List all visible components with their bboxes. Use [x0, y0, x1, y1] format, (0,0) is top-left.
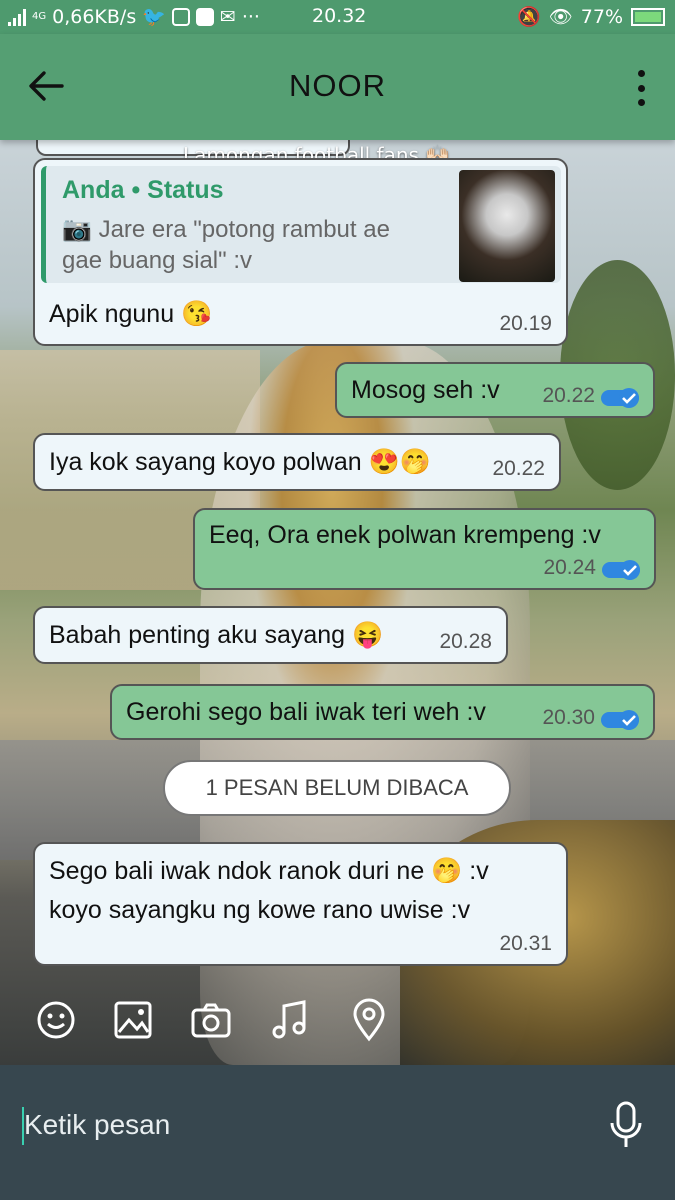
- app-bar: NOOR: [0, 34, 675, 140]
- message-input-bar: Ketik pesan: [0, 1065, 675, 1200]
- message-text: Iya kok sayang koyo polwan 😍🤭: [49, 448, 431, 476]
- location-icon[interactable]: [347, 998, 391, 1042]
- message-time: 20.31: [499, 932, 552, 955]
- quote-author: Anda • Status: [62, 176, 224, 204]
- status-time: 20.32: [312, 5, 367, 27]
- message-bubble[interactable]: Eeq, Ora enek polwan krempeng :v 20.24: [193, 508, 656, 590]
- instagram-icon: [171, 7, 190, 26]
- message-time: 20.30: [542, 706, 595, 729]
- message-bubble[interactable]: Iya kok sayang koyo polwan 😍🤭 20.22: [33, 433, 561, 491]
- status-left: 4G 0,66KB/s 🐦 ✉ ···: [8, 5, 260, 28]
- music-icon[interactable]: [268, 998, 312, 1042]
- more-notifications-icon: ···: [241, 5, 260, 28]
- quoted-status[interactable]: Anda • Status 📷 Jare era "potong rambut …: [41, 166, 561, 283]
- read-receipt-icon: [601, 388, 639, 408]
- mic-icon[interactable]: [609, 1101, 643, 1151]
- message-time: 20.19: [499, 312, 552, 335]
- network-speed: 0,66KB/s: [52, 5, 137, 28]
- message-bubble[interactable]: Babah penting aku sayang 😝 20.28: [33, 606, 508, 664]
- message-time: 20.28: [439, 630, 492, 653]
- status-bar: 4G 0,66KB/s 🐦 ✉ ··· 20.32 🔕 👁 77%: [0, 0, 675, 34]
- message-text: Babah penting aku sayang 😝: [49, 621, 384, 649]
- status-thumbnail: [459, 170, 555, 282]
- app-icon: [195, 7, 214, 26]
- unread-messages-banner: 1 PESAN BELUM DIBACA: [163, 760, 511, 816]
- message-bubble[interactable]: Anda • Status 📷 Jare era "potong rambut …: [33, 158, 568, 346]
- twitter-icon: 🐦: [142, 6, 166, 28]
- more-vert-icon[interactable]: [637, 70, 645, 106]
- gallery-icon[interactable]: [111, 998, 155, 1042]
- message-text-line2: koyo sayangku ng kowe rano uwise :v: [49, 896, 471, 924]
- quote-text: 📷 Jare era "potong rambut ae gae buang s…: [62, 216, 390, 274]
- message-input[interactable]: Ketik pesan: [24, 1109, 170, 1141]
- message-text: Apik ngunu 😘: [49, 300, 213, 328]
- read-receipt-icon: [601, 710, 639, 730]
- message-time: 20.24: [543, 556, 596, 579]
- battery-percent: 77%: [580, 5, 623, 28]
- message-text: Eeq, Ora enek polwan krempeng :v: [209, 521, 601, 549]
- battery-icon: [631, 7, 665, 26]
- message-bubble[interactable]: Sego bali iwak ndok ranok duri ne 🤭 :v k…: [33, 842, 568, 966]
- message-time: 20.22: [492, 457, 545, 480]
- mute-icon: 🔕: [516, 6, 541, 28]
- message-bubble[interactable]: Gerohi sego bali iwak teri weh :v 20.30: [110, 684, 655, 740]
- eye-icon: 👁: [548, 6, 573, 28]
- message-text: Mosog seh :v: [351, 376, 500, 404]
- emoji-icon[interactable]: [34, 998, 78, 1042]
- message-time: 20.22: [542, 384, 595, 407]
- camera-icon[interactable]: [189, 998, 233, 1042]
- read-receipt-icon: [602, 560, 640, 580]
- message-text-line1: Sego bali iwak ndok ranok duri ne 🤭 :v: [49, 857, 489, 885]
- attachment-toolbar: [0, 990, 675, 1060]
- chat-title[interactable]: NOOR: [0, 68, 675, 104]
- status-right: 🔕 👁 77%: [517, 5, 665, 28]
- signal-icon: [8, 8, 26, 26]
- mail-icon: ✉: [219, 5, 236, 28]
- message-text: Gerohi sego bali iwak teri weh :v: [126, 698, 486, 726]
- message-bubble[interactable]: Mosog seh :v 20.22: [335, 362, 655, 418]
- network-type: 4G: [32, 11, 47, 22]
